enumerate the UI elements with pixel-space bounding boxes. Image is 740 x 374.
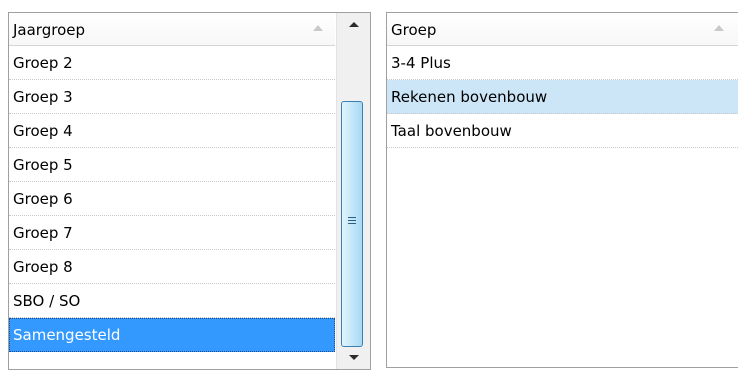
cell-groep: 3-4 Plus: [391, 54, 451, 72]
cell-jaargroep: Samengesteld: [13, 326, 121, 344]
table-row[interactable]: 3-4 Plus: [387, 46, 738, 80]
table-row[interactable]: Groep 2: [9, 46, 335, 80]
scroll-up-button[interactable]: [337, 13, 370, 37]
column-header-jaargroep[interactable]: Jaargroep: [9, 13, 335, 46]
sort-ascending-icon: [313, 25, 323, 31]
cell-jaargroep: Groep 8: [13, 258, 73, 276]
group-selector: Jaargroep Groep 2 Groep 3 Groep 4 Groep …: [0, 0, 740, 374]
table-row-selected[interactable]: Samengesteld: [9, 318, 335, 352]
cell-jaargroep: Groep 2: [13, 54, 73, 72]
table-row[interactable]: Groep 8: [9, 250, 335, 284]
vertical-scrollbar[interactable]: [336, 13, 370, 369]
table-row[interactable]: Groep 3: [9, 80, 335, 114]
column-header-label: Jaargroep: [13, 21, 85, 39]
column-header-groep[interactable]: Groep: [387, 13, 738, 46]
table-row-selected[interactable]: Rekenen bovenbouw: [387, 80, 738, 114]
cell-groep: Taal bovenbouw: [391, 122, 512, 140]
cell-jaargroep: Groep 3: [13, 88, 73, 106]
cell-groep: Rekenen bovenbouw: [391, 88, 548, 106]
grip-icon: [348, 217, 356, 224]
table-row[interactable]: Groep 6: [9, 182, 335, 216]
table-row[interactable]: Groep 5: [9, 148, 335, 182]
jaargroep-rows: Jaargroep Groep 2 Groep 3 Groep 4 Groep …: [9, 13, 335, 369]
table-row[interactable]: SBO / SO: [9, 284, 335, 318]
cell-jaargroep: Groep 7: [13, 224, 73, 242]
table-row[interactable]: Groep 7: [9, 216, 335, 250]
scrollbar-thumb[interactable]: [341, 101, 363, 347]
cell-jaargroep: Groep 5: [13, 156, 73, 174]
arrow-up-icon: [349, 22, 359, 27]
scroll-down-button[interactable]: [337, 345, 370, 369]
jaargroep-grid[interactable]: Jaargroep Groep 2 Groep 3 Groep 4 Groep …: [8, 12, 371, 370]
sort-ascending-icon: [714, 25, 724, 31]
cell-jaargroep: SBO / SO: [13, 292, 81, 310]
cell-jaargroep: Groep 4: [13, 122, 73, 140]
table-row[interactable]: Taal bovenbouw: [387, 114, 738, 148]
groep-grid[interactable]: Groep 3-4 Plus Rekenen bovenbouw Taal bo…: [386, 12, 738, 368]
column-header-label: Groep: [391, 21, 437, 39]
arrow-down-icon: [349, 355, 359, 360]
table-row[interactable]: Groep 4: [9, 114, 335, 148]
cell-jaargroep: Groep 6: [13, 190, 73, 208]
